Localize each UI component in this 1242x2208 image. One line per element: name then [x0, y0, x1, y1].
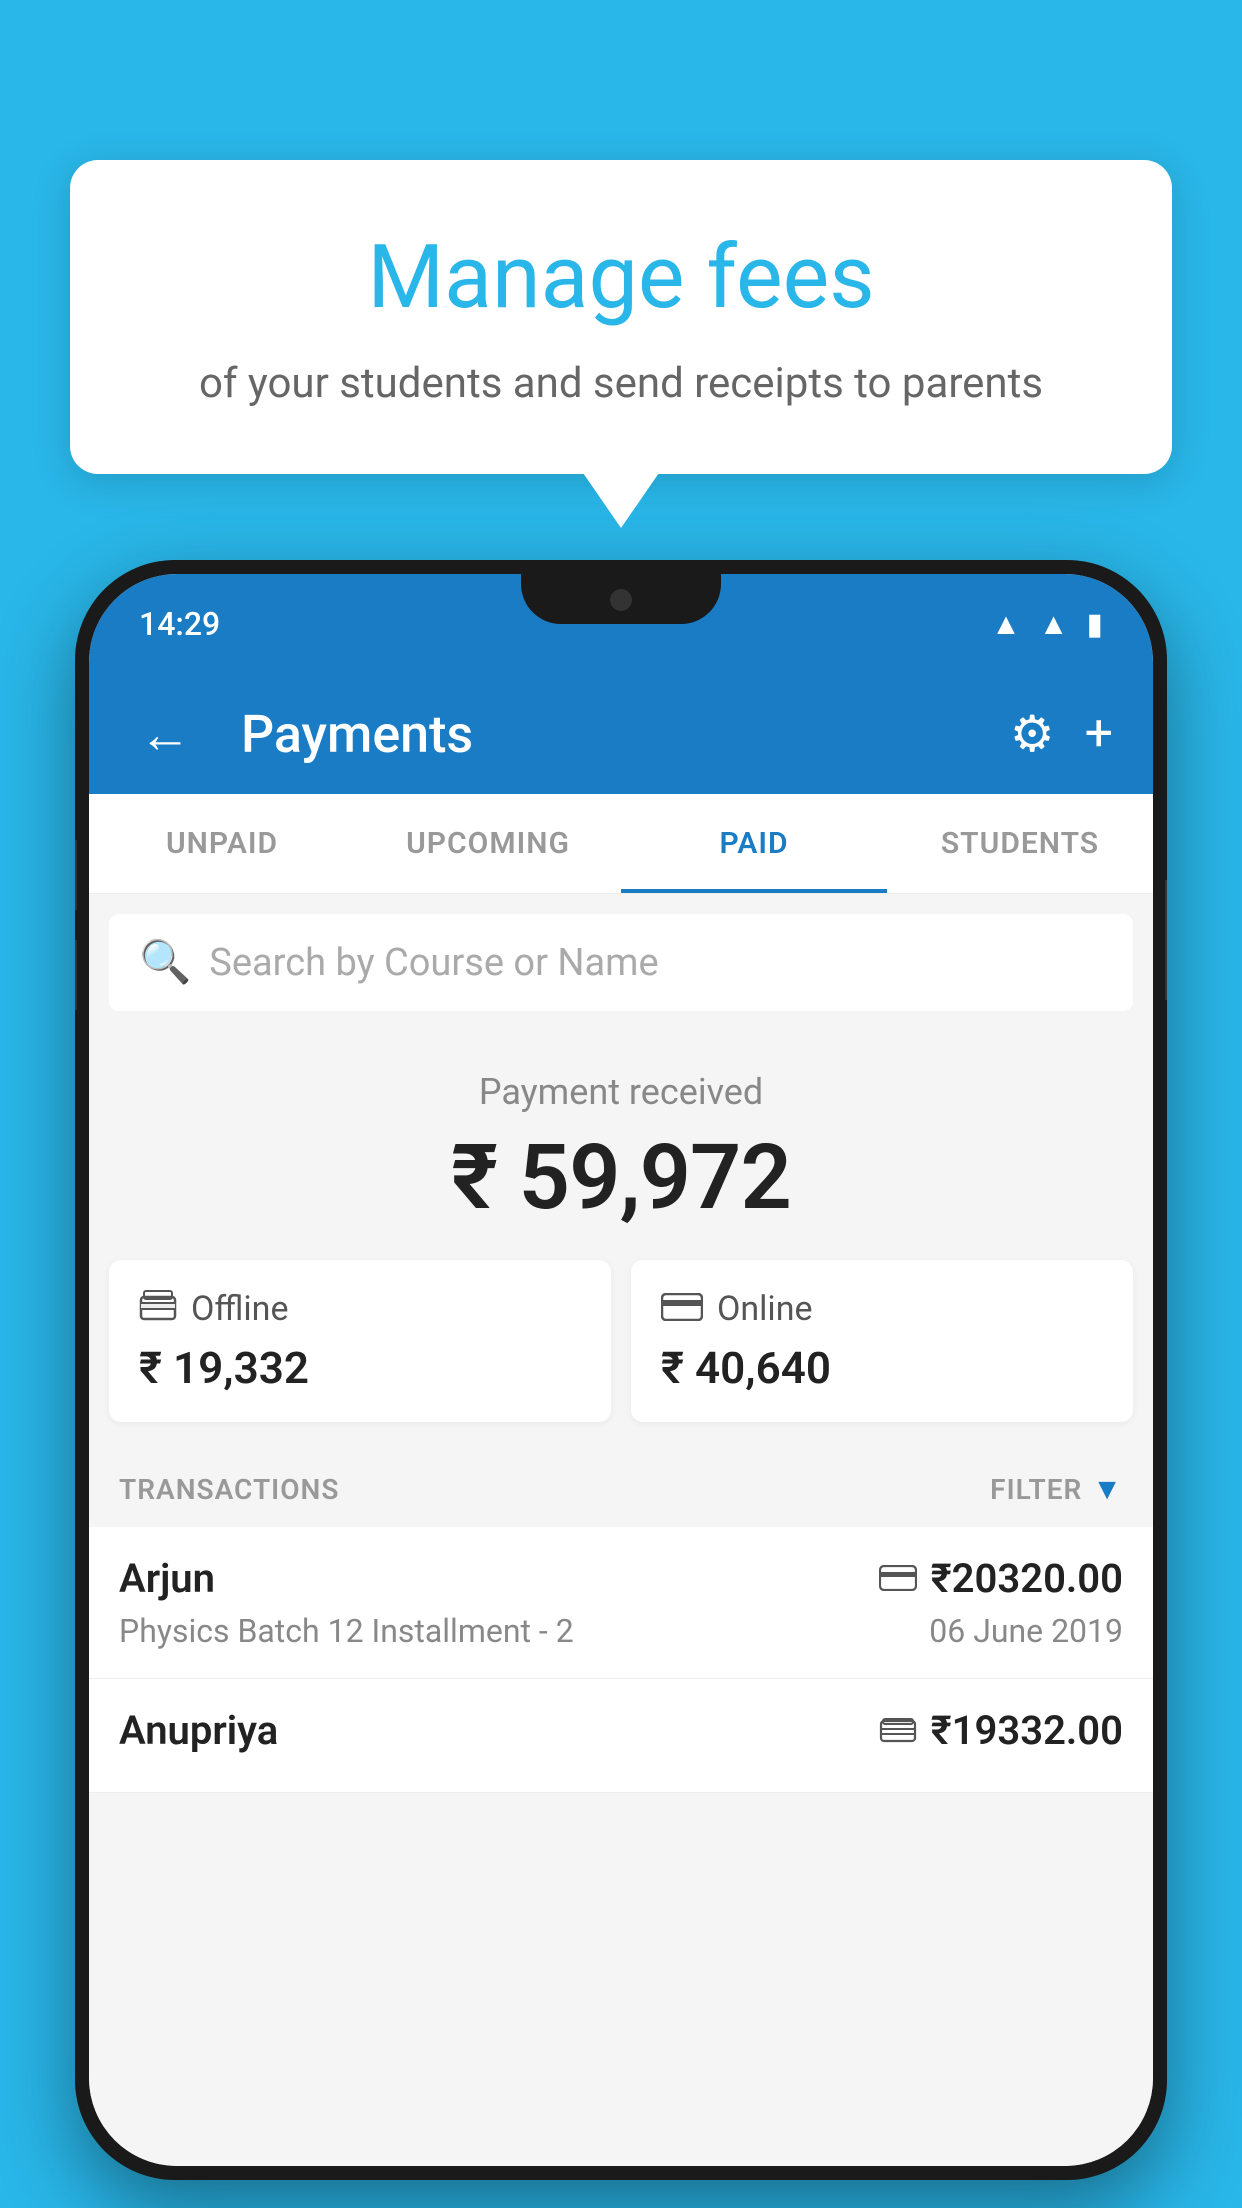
- header-actions: ⚙ +: [1010, 705, 1113, 764]
- volume-up-button: [75, 840, 77, 910]
- filter-label: FILTER: [990, 1473, 1082, 1506]
- search-icon: 🔍: [139, 938, 191, 987]
- phone-screen: 14:29 ▲ ▲ ▮ ← Payments ⚙ + UNPAID: [89, 574, 1153, 2166]
- transaction-name: Anupriya: [119, 1707, 278, 1754]
- transaction-name: Arjun: [119, 1555, 215, 1602]
- transaction-icon: [879, 1710, 917, 1752]
- status-time: 14:29: [139, 605, 220, 643]
- payment-summary: Payment received ₹ 59,972: [89, 1031, 1153, 1260]
- transactions-header: TRANSACTIONS FILTER ▼: [89, 1452, 1153, 1527]
- payment-cards: Offline ₹ 19,332 Online: [109, 1260, 1133, 1422]
- notch: [521, 574, 721, 624]
- back-button[interactable]: ←: [129, 694, 201, 775]
- transaction-amount-wrap: ₹19332.00: [879, 1707, 1123, 1754]
- app-header: ← Payments ⚙ +: [89, 674, 1153, 794]
- camera: [610, 589, 632, 611]
- transaction-amount-wrap: ₹20320.00: [879, 1555, 1123, 1602]
- tooltip-subtitle: of your students and send receipts to pa…: [130, 355, 1112, 414]
- transaction-icon: [879, 1558, 917, 1600]
- online-card-top: Online: [661, 1288, 1103, 1330]
- add-icon[interactable]: +: [1085, 705, 1113, 763]
- online-icon: [661, 1288, 703, 1330]
- transaction-amount: ₹20320.00: [931, 1555, 1123, 1602]
- filter-icon: ▼: [1092, 1472, 1123, 1507]
- power-button: [1165, 880, 1167, 1000]
- online-payment-card: Online ₹ 40,640: [631, 1260, 1133, 1422]
- app-content: 🔍 Search by Course or Name Payment recei…: [89, 894, 1153, 2166]
- offline-amount: ₹ 19,332: [139, 1342, 581, 1394]
- status-bar: 14:29 ▲ ▲ ▮: [89, 574, 1153, 674]
- payment-received-label: Payment received: [109, 1071, 1133, 1113]
- filter-button[interactable]: FILTER ▼: [990, 1472, 1123, 1507]
- search-placeholder: Search by Course or Name: [209, 941, 658, 985]
- tab-bar: UNPAID UPCOMING PAID STUDENTS: [89, 794, 1153, 894]
- transaction-top: Arjun ₹20320.00: [119, 1555, 1123, 1602]
- transaction-detail: Physics Batch 12 Installment - 2: [119, 1612, 574, 1650]
- signal-icon: ▲: [1039, 607, 1069, 642]
- offline-payment-card: Offline ₹ 19,332: [109, 1260, 611, 1422]
- transaction-row[interactable]: Arjun ₹20320.00 Physics: [89, 1527, 1153, 1679]
- offline-card-top: Offline: [139, 1288, 581, 1330]
- transaction-amount: ₹19332.00: [931, 1707, 1123, 1754]
- tab-upcoming[interactable]: UPCOMING: [355, 794, 621, 893]
- settings-icon[interactable]: ⚙: [1010, 705, 1055, 764]
- phone-mockup: 14:29 ▲ ▲ ▮ ← Payments ⚙ + UNPAID: [75, 560, 1167, 2208]
- wifi-icon: ▲: [991, 607, 1021, 642]
- online-amount: ₹ 40,640: [661, 1342, 1103, 1394]
- page-title: Payments: [231, 704, 980, 765]
- offline-icon: [139, 1288, 177, 1330]
- transaction-date: 06 June 2019: [929, 1612, 1123, 1650]
- payment-total-amount: ₹ 59,972: [109, 1125, 1133, 1230]
- phone-frame: 14:29 ▲ ▲ ▮ ← Payments ⚙ + UNPAID: [75, 560, 1167, 2180]
- transaction-bottom: Physics Batch 12 Installment - 2 06 June…: [119, 1612, 1123, 1650]
- tooltip-title: Manage fees: [130, 230, 1112, 327]
- transaction-row[interactable]: Anupriya ₹19332.00: [89, 1679, 1153, 1793]
- tab-unpaid[interactable]: UNPAID: [89, 794, 355, 893]
- tab-students[interactable]: STUDENTS: [887, 794, 1153, 893]
- battery-icon: ▮: [1086, 607, 1103, 642]
- status-icons: ▲ ▲ ▮: [991, 607, 1103, 642]
- online-label: Online: [717, 1289, 813, 1329]
- offline-label: Offline: [191, 1289, 288, 1329]
- tab-paid[interactable]: PAID: [621, 794, 887, 893]
- volume-down-button: [75, 940, 77, 1010]
- transaction-top: Anupriya ₹19332.00: [119, 1707, 1123, 1754]
- transactions-label: TRANSACTIONS: [119, 1473, 339, 1506]
- tooltip-card: Manage fees of your students and send re…: [70, 160, 1172, 474]
- search-bar[interactable]: 🔍 Search by Course or Name: [109, 914, 1133, 1011]
